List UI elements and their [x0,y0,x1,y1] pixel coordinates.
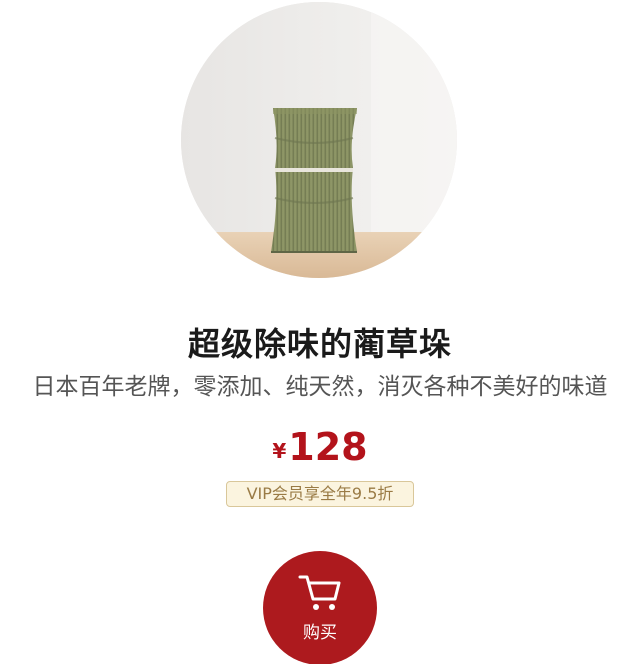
cart-icon [298,575,341,610]
product-image[interactable] [181,2,457,278]
price-currency: ¥ [272,439,287,463]
product-price: ¥128 [0,424,640,478]
product-title: 超级除味的蔺草垛 [187,325,452,363]
product-subtitle: 日本百年老牌，零添加、纯天然，消灭各种不美好的味道 [32,374,608,400]
price-amount: 128 [288,425,368,469]
vip-discount-badge: VIP会员享全年9.5折 [226,481,414,507]
product-page: 超级除味的蔺草垛 日本百年老牌，零添加、纯天然，消灭各种不美好的味道 ¥128 … [0,0,640,664]
buy-button[interactable]: 购买 [263,551,377,664]
buy-button-label: 购买 [303,623,337,643]
